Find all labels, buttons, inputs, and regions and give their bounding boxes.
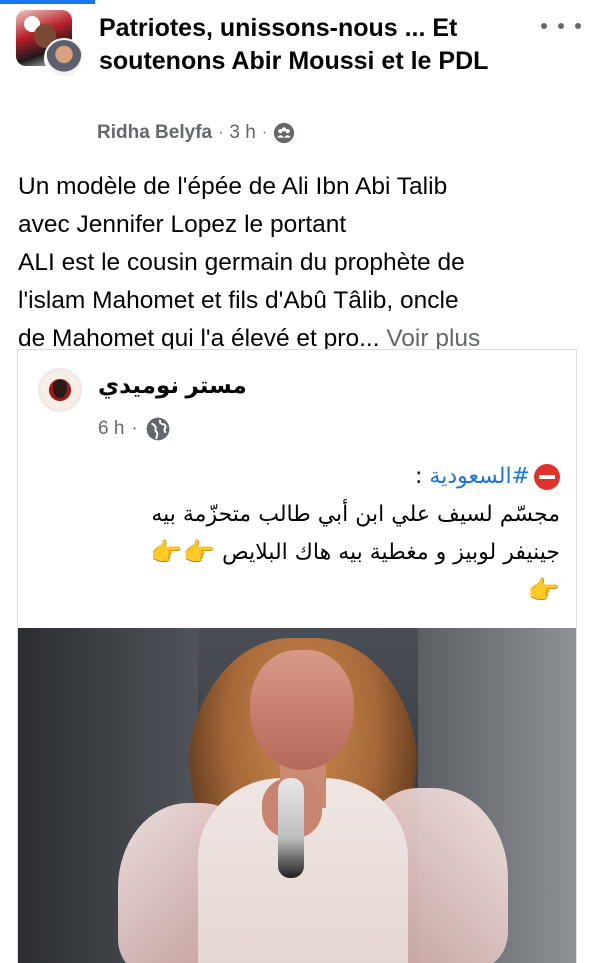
more-options-icon[interactable]: [541, 16, 581, 36]
post-meta: Ridha Belyfa · 3 h ·: [97, 122, 295, 144]
avatar-stack[interactable]: [16, 10, 86, 80]
post-text-line: ALI est le cousin germain du prophète de: [18, 249, 465, 276]
meta-separator: ·: [131, 418, 138, 439]
shared-author-name[interactable]: مستر نوميدي: [98, 372, 247, 399]
post-photo[interactable]: [18, 628, 576, 963]
shared-text-line-2: جينيفر لوبيز و مغطية بيه هاك البلايص 👉👉: [30, 534, 560, 572]
shared-text-line: مجسّم لسيف علي ابن أبي طالب متحزّمة بيه: [151, 502, 560, 527]
pointing-hand-icon: 👉: [182, 538, 216, 568]
shared-post-time[interactable]: 6 h: [98, 418, 124, 440]
post-text-line: de Mahomet qui l'a élevé et pro...: [18, 325, 380, 352]
shared-text-heading: #السعودية :: [30, 458, 560, 496]
group-icon: [274, 122, 295, 144]
hashtag-link[interactable]: #السعودية: [429, 464, 530, 489]
microphone: [278, 778, 304, 878]
post-body: Un modèle de l'épée de Ali Ibn Abi Talib…: [18, 168, 588, 358]
post-text-line: avec Jennifer Lopez le portant: [18, 211, 347, 238]
meta-separator: ·: [261, 124, 268, 141]
pointing-hand-icon: 👉: [150, 538, 183, 568]
shared-post-meta: 6 h ·: [98, 416, 171, 442]
post-text-line: Un modèle de l'épée de Ali Ibn Abi Talib: [18, 173, 448, 200]
post-text-line: l'islam Mahomet et fils d'Abû Tâlib, onc…: [18, 287, 459, 314]
shared-text-line: جينيفر لوبيز و مغطية بيه هاك البلايص: [222, 540, 560, 565]
shared-author-avatar[interactable]: [38, 368, 82, 412]
post-time[interactable]: 3 h: [229, 122, 255, 144]
shared-post-text: #السعودية : مجسّم لسيف علي ابن أبي طالب …: [30, 458, 560, 610]
shared-post-card[interactable]: مستر نوميدي 6 h · #السعودية : مجسّم لسيف…: [17, 349, 577, 963]
see-more-link[interactable]: Voir plus: [386, 325, 480, 352]
heading-colon: :: [415, 464, 423, 489]
author-avatar[interactable]: [44, 38, 84, 78]
group-title[interactable]: Patriotes, unissons-nous ... Et soutenon…: [99, 12, 539, 78]
no-entry-icon: [534, 464, 560, 490]
globe-icon: [146, 417, 170, 441]
pointing-hand-icon: 👉: [527, 576, 560, 606]
meta-separator: ·: [218, 124, 224, 141]
shared-text-line-3: 👉: [30, 572, 560, 610]
top-accent-bar: [0, 0, 95, 4]
author-name[interactable]: Ridha Belyfa: [97, 122, 212, 144]
